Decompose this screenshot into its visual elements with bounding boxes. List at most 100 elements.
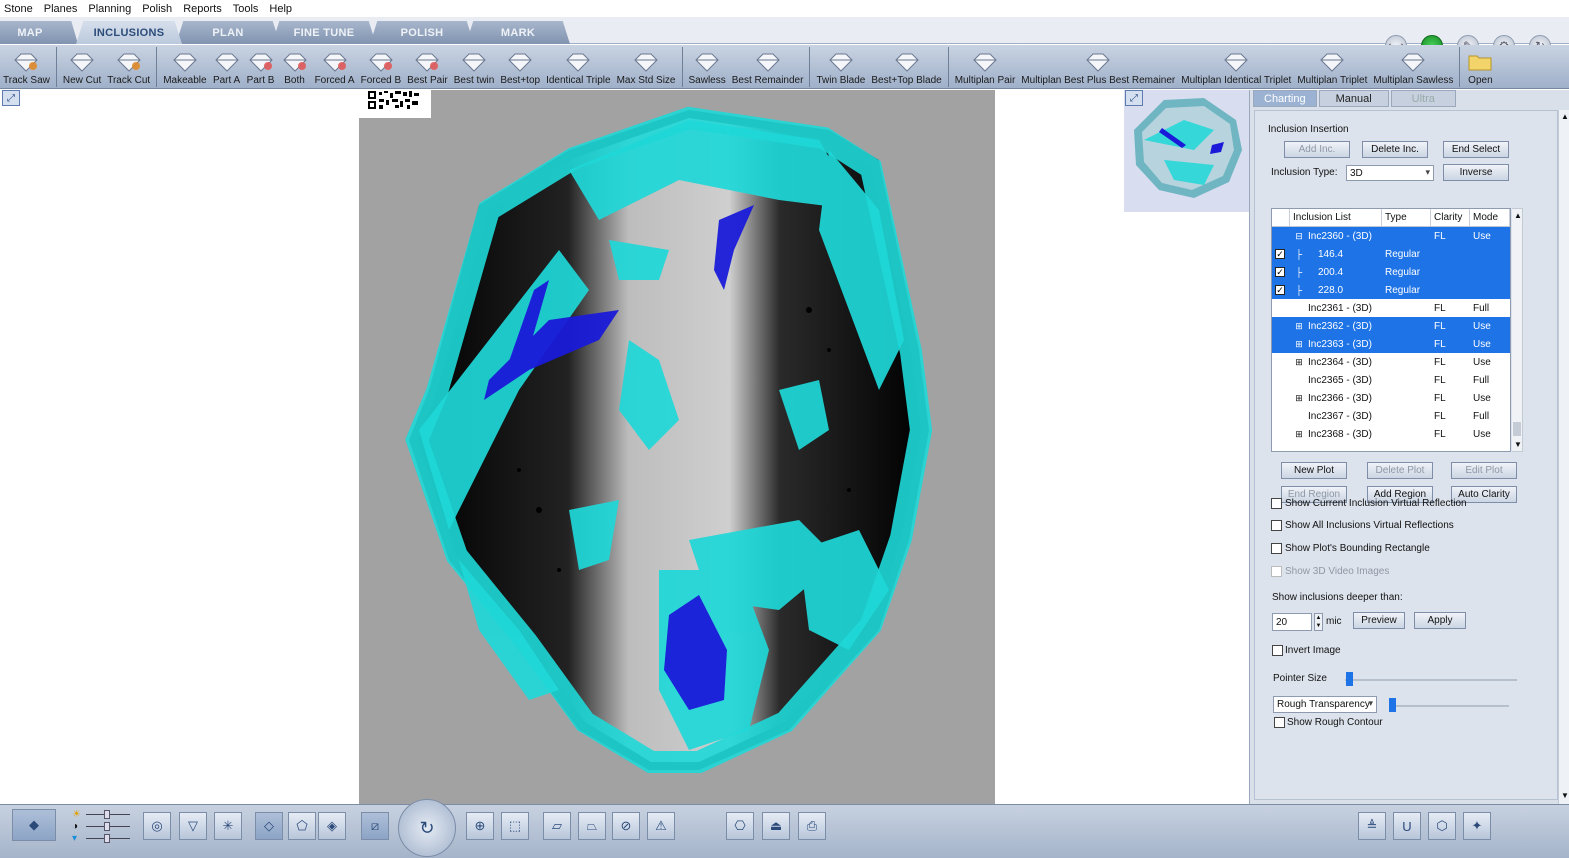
toolbar-multiplan-identical-triplet-button[interactable]: Multiplan Identical Triplet — [1178, 46, 1294, 88]
warning-plane-icon[interactable]: ⚠ — [647, 812, 675, 840]
toolbar-identical-triple-button[interactable]: Identical Triple — [543, 46, 613, 88]
toolbar-multiplan-triplet-button[interactable]: Multiplan Triplet — [1294, 46, 1370, 88]
tab-polish[interactable]: POLISH — [370, 21, 474, 44]
list-header-name[interactable]: Inclusion List — [1290, 209, 1382, 226]
toolbar-track-saw-button[interactable]: Track Saw — [0, 46, 53, 88]
chevron-down-icon[interactable]: ▼ — [1561, 791, 1569, 800]
expand-icon[interactable]: ⊞ — [1293, 357, 1305, 368]
toolbar-makeable-button[interactable]: Makeable — [160, 46, 209, 88]
toolbar-forced-a-button[interactable]: Forced A — [312, 46, 358, 88]
rough-transparency-select[interactable]: Rough Transparency ▾ — [1273, 696, 1377, 713]
expand-icon[interactable]: ⊞ — [1293, 429, 1305, 440]
stone-image[interactable] — [359, 90, 995, 804]
toolbar-sawless-button[interactable]: Sawless — [686, 46, 729, 88]
table-row[interactable]: Inc2367 - (3D) FL Full — [1272, 407, 1510, 425]
toolbar-best-twin-button[interactable]: Best twin — [451, 46, 498, 88]
pointer-size-slider[interactable] — [1345, 679, 1517, 681]
view-mode-icon[interactable]: ◆ — [12, 809, 56, 841]
list-header-clarity[interactable]: Clarity — [1431, 209, 1470, 226]
plane-icon[interactable]: ⏥ — [543, 812, 571, 840]
expand-icon[interactable]: ⊞ — [1293, 393, 1305, 404]
table-row[interactable]: ⊞ Inc2366 - (3D) FL Use — [1272, 389, 1510, 407]
rough-transparency-slider[interactable] — [1389, 705, 1509, 707]
toolbar-best-top-button[interactable]: Best+top — [497, 46, 543, 88]
add-inc-button[interactable]: Add Inc. — [1284, 141, 1350, 158]
toolbar-best-remainder-button[interactable]: Best Remainder — [729, 46, 807, 88]
delete-plot-button[interactable]: Delete Plot — [1367, 462, 1433, 479]
table-row[interactable]: ✓ ├ 200.4 Regular — [1272, 263, 1510, 281]
toolbar-best-top-blade-button[interactable]: Best+Top Blade — [868, 46, 944, 88]
table-view-icon[interactable]: ◈ — [318, 812, 346, 840]
side-view-icon[interactable]: ▽ — [179, 812, 207, 840]
tab-mark[interactable]: MARK — [466, 21, 570, 44]
expand-view-icon[interactable]: ⤢ — [2, 90, 20, 106]
inclusion-type-select[interactable]: 3D ▾ — [1346, 165, 1434, 181]
menu-polish[interactable]: Polish — [142, 3, 172, 15]
depth-spinner[interactable]: ▲ ▼ — [1314, 613, 1323, 631]
edit-plot-button[interactable]: Edit Plot — [1451, 462, 1517, 479]
tab-inclusions[interactable]: INCLUSIONS — [76, 21, 182, 44]
stone-thumbnail[interactable] — [1124, 90, 1249, 212]
end-select-button[interactable]: End Select — [1443, 141, 1509, 158]
table-row[interactable]: ⊞ Inc2368 - (3D) FL Use — [1272, 425, 1510, 443]
tab-map[interactable]: MAP — [0, 21, 78, 44]
table-row[interactable]: ✓ ├ 146.4 Regular — [1272, 245, 1510, 263]
toolbar-track-cut-button[interactable]: Track Cut — [104, 46, 153, 88]
tab-ultra[interactable]: Ultra — [1390, 90, 1456, 107]
stone-view[interactable]: ⤢ ⤢ — [0, 90, 1249, 804]
toolbar-part-b-button[interactable]: Part B — [244, 46, 278, 88]
menu-tools[interactable]: Tools — [233, 3, 259, 15]
video-images-checkbox[interactable] — [1271, 566, 1282, 577]
table-row[interactable]: ⊟ Inc2360 - (3D) FL Use — [1272, 227, 1510, 245]
new-plot-button[interactable]: New Plot — [1281, 462, 1347, 479]
round-view-icon[interactable]: ◎ — [143, 812, 171, 840]
plane-edit-icon[interactable]: ⏢ — [578, 812, 606, 840]
cube-icon[interactable]: ⬡ — [1428, 812, 1456, 840]
toolbar-best-pair-button[interactable]: Best Pair — [404, 46, 451, 88]
list-header-mode[interactable]: Mode — [1470, 209, 1510, 226]
toolbar-part-a-button[interactable]: Part A — [210, 46, 244, 88]
toolbar-both-button[interactable]: Both — [278, 46, 312, 88]
delete-inc-button[interactable]: Delete Inc. — [1362, 141, 1428, 158]
toolbar-multiplan-sawless-button[interactable]: Multiplan Sawless — [1370, 46, 1456, 88]
current-reflection-checkbox[interactable] — [1271, 498, 1282, 509]
zoom-box-icon[interactable]: ⬚ — [501, 812, 529, 840]
expand-thumbnail-icon[interactable]: ⤢ — [1125, 90, 1143, 106]
apply-button[interactable]: Apply — [1414, 612, 1466, 629]
tab-plan[interactable]: PLAN — [176, 21, 280, 44]
tab-charting[interactable]: Charting — [1253, 90, 1317, 107]
menu-stone[interactable]: Stone — [4, 3, 33, 15]
layers-icon[interactable]: ≜ — [1358, 812, 1386, 840]
plane-remove-icon[interactable]: ⊘ — [612, 812, 640, 840]
rough-contour-checkbox[interactable] — [1274, 717, 1285, 728]
toolbar-forced-b-button[interactable]: Forced B — [358, 46, 405, 88]
bottom-view-icon[interactable]: ✳ — [214, 812, 242, 840]
depth-input[interactable]: 20 — [1272, 613, 1312, 631]
menu-reports[interactable]: Reports — [183, 3, 222, 15]
rough-transparency-thumb[interactable] — [1389, 698, 1397, 712]
toolbar-open-button[interactable]: Open — [1463, 46, 1497, 88]
print-icon[interactable]: ⎙ — [798, 812, 826, 840]
table-row[interactable]: ⊞ Inc2363 - (3D) FL Use — [1272, 335, 1510, 353]
tab-fine-tune[interactable]: FINE TUNE — [272, 21, 376, 44]
toolbar-new-cut-button[interactable]: New Cut — [60, 46, 104, 88]
menu-help[interactable]: Help — [269, 3, 292, 15]
toolbar-multiplan-pair-button[interactable]: Multiplan Pair — [952, 46, 1019, 88]
inclusion-list[interactable]: Inclusion List Type Clarity Mode ⊟ Inc236… — [1271, 208, 1511, 452]
table-row[interactable]: Inc2361 - (3D) FL Full — [1272, 299, 1510, 317]
inverse-button[interactable]: Inverse — [1443, 164, 1509, 181]
pointer-size-thumb[interactable] — [1346, 672, 1354, 686]
chevron-up-icon[interactable]: ▲ — [1561, 112, 1569, 121]
collapse-icon[interactable]: ⊟ — [1293, 231, 1305, 242]
toolbar-twin-blade-button[interactable]: Twin Blade — [813, 46, 868, 88]
expand-icon[interactable]: ⊞ — [1293, 321, 1305, 332]
menu-planning[interactable]: Planning — [88, 3, 131, 15]
list-scroll-thumb[interactable] — [1513, 422, 1521, 436]
table-row[interactable]: Inc2365 - (3D) FL Full — [1272, 371, 1510, 389]
row-checkbox-cell[interactable]: ✓ — [1272, 284, 1290, 296]
table-row[interactable]: ✓ ├ 228.0 Regular — [1272, 281, 1510, 299]
table-row[interactable]: ⊞ Inc2362 - (3D) FL Use — [1272, 317, 1510, 335]
table-row[interactable]: ⊞ Inc2364 - (3D) FL Use — [1272, 353, 1510, 371]
expand-icon[interactable]: ⊞ — [1293, 339, 1305, 350]
upload-icon[interactable]: ⏏ — [762, 812, 790, 840]
